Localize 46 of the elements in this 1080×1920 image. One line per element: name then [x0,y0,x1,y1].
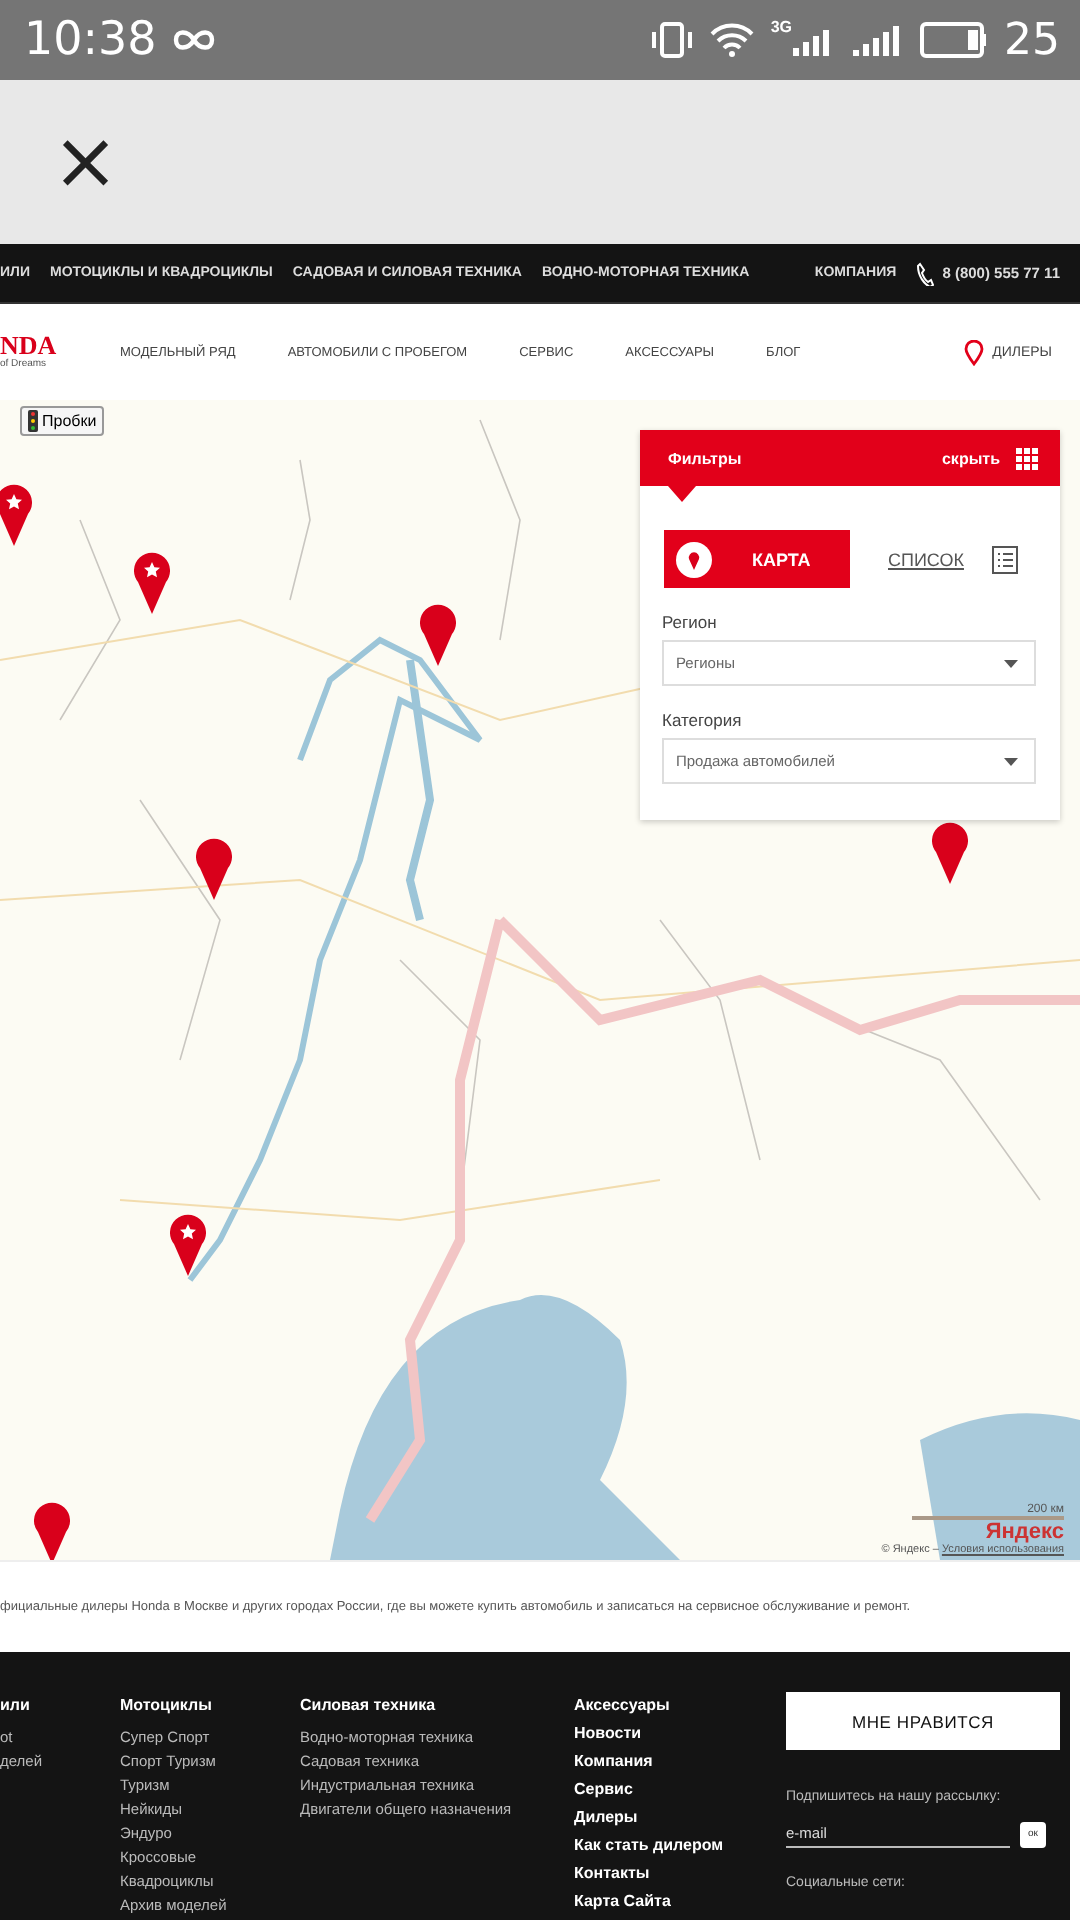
footer-link[interactable]: Новости [574,1724,786,1742]
footer-link[interactable]: Как стать дилером [574,1836,786,1854]
map-pin-icon[interactable] [420,604,456,666]
hide-link[interactable]: скрыть [941,449,1000,467]
field-label: Категория [662,710,744,730]
network-type-text: 3G [770,18,792,36]
footer-link[interactable]: Контакты [574,1864,786,1882]
star-map-pin-icon[interactable] [170,1214,206,1276]
grid-icon[interactable] [1016,447,1038,469]
phone-icon [916,261,935,285]
pointer-triangle [668,486,696,502]
location-pin-icon [964,339,985,365]
clock-text: 10:38 [24,14,157,66]
map-pin-icon[interactable] [932,822,968,884]
footer-link[interactable]: Карта Сайта [574,1892,786,1910]
map-pin-icon[interactable] [196,838,232,900]
list-icon[interactable] [991,545,1018,573]
footer-heading[interactable]: Силовая техника [300,1696,574,1714]
infinity-icon [172,28,217,52]
footer-link[interactable]: Аксессуары [574,1696,786,1714]
footer-link[interactable]: Дилеры [574,1808,786,1826]
battery-level-text: 25 [1004,15,1060,65]
traffic-light-icon [28,410,38,432]
filter-title: Фильтры [668,449,742,467]
map-view-tab[interactable]: КАРТА [664,530,850,588]
wifi-icon [710,22,755,58]
footer-heading[interactable]: или [0,1696,120,1714]
star-map-pin-icon[interactable] [134,552,170,614]
footer-heading[interactable]: Мотоциклы [120,1696,300,1714]
field-label: Регион [662,612,719,632]
dropdown-arrow-icon [1004,757,1018,765]
close-button[interactable]: × [52,122,120,202]
footer-link[interactable]: Сервис [574,1780,786,1798]
traffic-button[interactable]: Пробки [20,406,105,436]
vibrate-icon [650,22,695,58]
star-map-pin-icon[interactable] [0,484,32,546]
battery-icon [920,22,988,58]
map-brand-text: Яндекс [985,1520,1064,1544]
list-view-tab[interactable]: СПИСОК [888,549,964,569]
like-button[interactable]: МНЕ НРАВИТСЯ [786,1692,1060,1750]
map-pin-icon[interactable] [34,1502,70,1560]
map-pin-icon [676,541,712,577]
signal-icon [852,22,904,58]
footer-link[interactable]: Компания [574,1752,786,1770]
logo-text[interactable]: NDA [0,334,120,358]
dropdown-arrow-icon [1004,659,1018,667]
